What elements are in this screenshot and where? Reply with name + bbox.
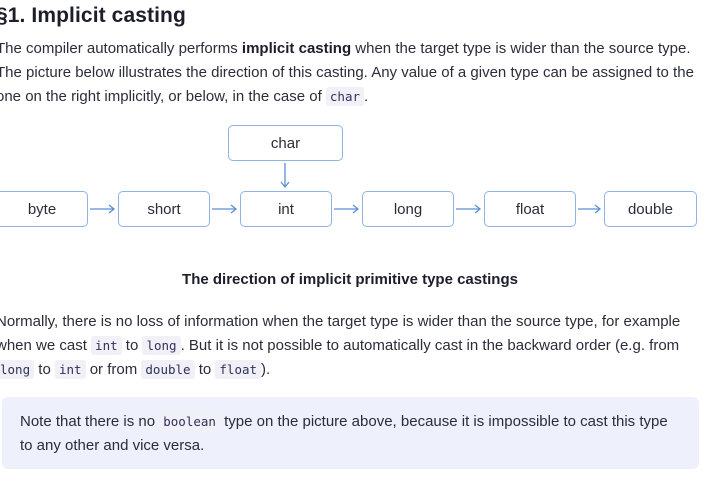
- node-int-label: int: [278, 200, 294, 218]
- arrow-right-icon: [334, 204, 360, 214]
- node-short-label: short: [147, 200, 181, 218]
- node-double-label: double: [627, 200, 674, 218]
- node-short: short: [118, 191, 210, 227]
- intro-code-char: char: [325, 87, 365, 106]
- note-callout: Note that there is no boolean type on th…: [2, 397, 699, 469]
- arrow-right-icon: [212, 204, 238, 214]
- node-float: float: [484, 191, 576, 227]
- note-text-1: Note that there is no: [20, 413, 160, 430]
- intro-text-3: .: [364, 88, 369, 105]
- code-long: long: [0, 360, 35, 379]
- code-double: double: [141, 360, 195, 379]
- arrow-right-icon: [456, 204, 482, 214]
- node-float-label: float: [515, 200, 545, 218]
- node-double: double: [604, 191, 697, 227]
- node-long: long: [362, 191, 454, 227]
- intro-text-1: The compiler automatically performs: [0, 40, 242, 57]
- code-float: float: [215, 360, 262, 379]
- code-boolean: boolean: [159, 412, 220, 431]
- intro-bold-term: implicit casting: [241, 40, 352, 57]
- diagram-caption: The direction of implicit primitive type…: [182, 271, 518, 288]
- explanation-text: or from: [85, 361, 142, 378]
- explanation-text: to: [194, 361, 216, 378]
- code-int: int: [91, 336, 122, 355]
- section-title: §1. Implicit casting: [0, 4, 186, 27]
- node-byte: byte: [0, 191, 88, 227]
- explanation-paragraph: Normally, there is no loss of informatio…: [0, 310, 704, 382]
- arrow-down-icon: [280, 163, 290, 189]
- node-long-label: long: [393, 200, 423, 218]
- code-long: long: [142, 336, 181, 355]
- explanation-text: to: [121, 337, 143, 354]
- code-int: int: [54, 360, 86, 379]
- node-char-label: char: [270, 134, 301, 152]
- explanation-text: . But it is not possible to automaticall…: [180, 337, 680, 354]
- node-int: int: [240, 191, 332, 227]
- node-char: char: [228, 125, 343, 161]
- node-byte-label: byte: [27, 200, 57, 218]
- intro-paragraph: The compiler automatically performs impl…: [0, 37, 704, 109]
- arrow-right-icon: [90, 204, 116, 214]
- explanation-text: to: [34, 361, 55, 378]
- explanation-text: ).: [261, 361, 271, 378]
- arrow-right-icon: [578, 204, 602, 214]
- casting-diagram: char byte short int long float double: [0, 120, 717, 240]
